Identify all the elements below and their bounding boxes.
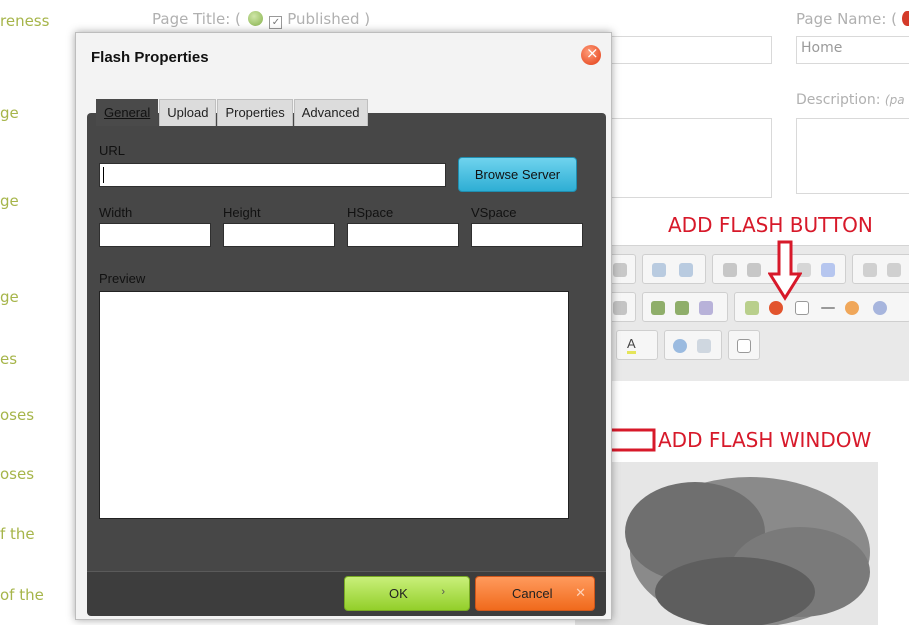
special-char-icon[interactable] — [873, 301, 887, 315]
page-title-input[interactable] — [600, 36, 772, 64]
flash-properties-dialog: Flash Properties General Upload Properti… — [75, 32, 612, 620]
description-hint: (pa — [884, 93, 905, 107]
sidebar-text: of the — [0, 586, 44, 604]
description-input[interactable] — [796, 118, 909, 194]
ok-button[interactable]: OK › — [344, 576, 470, 611]
height-label: Height — [223, 205, 261, 220]
checkbox-tool-icon[interactable] — [887, 263, 901, 277]
sidebar-text: ge — [0, 288, 19, 306]
preview-area — [99, 291, 569, 519]
dialog-title: Flash Properties — [91, 49, 209, 66]
description-label: Description: — [796, 92, 881, 108]
sidebar-text: es — [0, 350, 18, 368]
toolbar-group — [642, 254, 706, 284]
ok-label: OK — [389, 586, 408, 601]
eraser-icon[interactable] — [821, 263, 835, 277]
text-color-icon[interactable]: A — [627, 336, 636, 354]
maximize-icon[interactable] — [673, 339, 687, 353]
toolbar-group — [852, 254, 909, 284]
toolbar-group — [642, 292, 728, 322]
tab-bar: General Upload Properties Advanced — [96, 99, 369, 126]
text-cursor — [103, 167, 104, 183]
hspace-input[interactable] — [347, 223, 459, 247]
sidebar-text: ge — [0, 192, 19, 210]
page-name-row: Page Name: ( — [796, 10, 909, 28]
editor-toolbar: A — [600, 245, 909, 381]
table-icon[interactable] — [795, 301, 809, 315]
page-name-value: Home — [801, 40, 843, 56]
horizontal-rule-icon[interactable] — [821, 307, 835, 309]
url-label: URL — [99, 143, 126, 158]
find-icon[interactable] — [723, 263, 737, 277]
tab-general[interactable]: General — [96, 99, 159, 126]
width-input[interactable] — [99, 223, 211, 247]
published-label: Published ) — [287, 10, 371, 28]
sidebar-text: f the — [0, 525, 35, 543]
add-flash-window-annotation: ADD FLASH WINDOW — [658, 428, 872, 452]
cancel-button[interactable]: Cancel ✕ — [475, 576, 595, 611]
width-label: Width — [99, 205, 133, 220]
tab-advanced[interactable]: Advanced — [293, 99, 368, 126]
close-button[interactable] — [581, 44, 601, 65]
tab-upload[interactable]: Upload — [159, 99, 217, 126]
preview-label: Preview — [99, 271, 146, 286]
chevron-right-icon: › — [441, 586, 445, 598]
description-row: Description: (pa — [796, 92, 905, 108]
justify-icon[interactable] — [613, 301, 627, 315]
browse-server-button[interactable]: Browse Server — [458, 157, 577, 192]
height-input[interactable] — [223, 223, 335, 247]
show-blocks-icon[interactable] — [697, 339, 711, 353]
tree-image — [575, 462, 878, 625]
status-dot-icon — [247, 11, 263, 26]
page-name-input[interactable]: Home — [796, 36, 909, 64]
form-icon[interactable] — [863, 263, 877, 277]
add-flash-button-annotation: ADD FLASH BUTTON — [668, 213, 873, 237]
page-name-label: Page Name: ( — [796, 10, 898, 28]
redo-icon[interactable] — [679, 263, 693, 277]
close-icon: ✕ — [575, 585, 586, 600]
replace-icon[interactable] — [747, 263, 761, 277]
page-title-row: Page Title: ( ✓ Published ) — [152, 10, 370, 29]
anchor-icon[interactable] — [699, 301, 713, 315]
tab-properties[interactable]: Properties — [217, 99, 293, 126]
down-arrow-annotation — [768, 240, 802, 301]
tree-photo — [575, 462, 878, 625]
toolbar-group — [734, 292, 909, 322]
checkbox-icon[interactable]: ✓ — [269, 16, 283, 29]
vspace-label: VSpace — [471, 205, 517, 220]
undo-icon[interactable] — [652, 263, 666, 277]
status-dot-icon — [901, 11, 909, 26]
help-icon[interactable] — [737, 339, 751, 353]
sidebar-text: oses — [0, 406, 35, 424]
cancel-label: Cancel — [512, 586, 553, 601]
url-input[interactable] — [99, 163, 446, 187]
sidebar-text: reness — [0, 12, 50, 30]
content-box[interactable] — [600, 118, 772, 198]
page-title-label: Page Title: ( — [152, 10, 241, 28]
flash-icon[interactable] — [769, 301, 783, 315]
image-icon[interactable] — [745, 301, 759, 315]
toolbar-group — [728, 330, 760, 360]
sidebar-text: oses — [0, 465, 35, 483]
smiley-icon[interactable] — [845, 301, 859, 315]
vspace-input[interactable] — [471, 223, 583, 247]
hspace-label: HSpace — [347, 205, 394, 220]
unlink-icon[interactable] — [675, 301, 689, 315]
link-icon[interactable] — [651, 301, 665, 315]
sidebar-text: ge — [0, 104, 19, 122]
toolbar-group: A — [616, 330, 658, 360]
paste-word-icon[interactable] — [613, 263, 627, 277]
toolbar-group — [664, 330, 722, 360]
